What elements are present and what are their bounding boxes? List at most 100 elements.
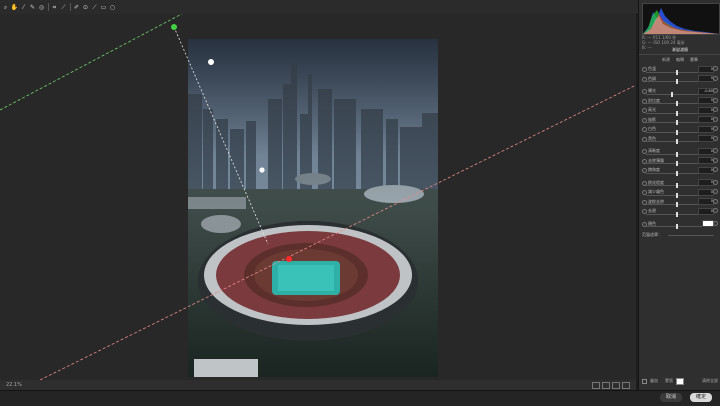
before-after-icon[interactable] xyxy=(592,381,600,389)
range-mask: 范圍遮罩： xyxy=(642,232,718,238)
slider-label: 色調 xyxy=(648,75,656,81)
reset-icon[interactable] xyxy=(713,198,718,204)
slider-row: 飽和度 0 xyxy=(642,166,718,176)
dialog-footer: 取消 確定 xyxy=(0,390,720,406)
eye-icon[interactable]: ⊙ xyxy=(82,3,89,12)
reset-icon[interactable] xyxy=(713,157,718,163)
eyedropper-icon[interactable]: ⁄ xyxy=(20,3,27,12)
slider-label: 飽和度 xyxy=(648,167,660,172)
reset-icon[interactable] xyxy=(713,126,718,131)
image-canvas[interactable] xyxy=(0,14,636,380)
slider-row: 白色 0 xyxy=(642,125,718,135)
magnifier-icon[interactable]: ⌕ xyxy=(2,3,9,12)
reset-icon[interactable] xyxy=(713,148,718,153)
mask-color-swatch[interactable] xyxy=(676,377,684,385)
reset-icon[interactable] xyxy=(713,189,718,194)
paintbrush-icon[interactable]: ⟋ xyxy=(91,3,98,12)
slider-row: 色溫 0 xyxy=(642,65,718,75)
slider-row: 黑色 0 xyxy=(642,135,718,144)
filter-end-handle xyxy=(286,256,292,262)
slider-label: 去除薄霧 xyxy=(648,157,664,163)
zoom-level[interactable]: 22.1% xyxy=(6,382,22,388)
slider-row: 減少雜色 0 xyxy=(642,188,718,198)
mode-edit[interactable]: 編輯 xyxy=(676,57,684,63)
slider-thumb[interactable] xyxy=(676,170,678,176)
canvas-status-bar: 22.1% xyxy=(0,380,636,390)
hand-icon[interactable]: ✋ xyxy=(11,3,18,12)
swap-icon[interactable] xyxy=(602,381,610,389)
mode-brush[interactable]: 畫筆 xyxy=(690,57,698,63)
slider-value[interactable]: 0 xyxy=(698,65,714,73)
mode-new[interactable]: 新建 xyxy=(662,57,670,63)
graduated-filter-overlay[interactable] xyxy=(0,14,636,380)
slider-label: 波紋去除 xyxy=(648,198,664,204)
toolbar-separator xyxy=(48,3,49,11)
slider-value[interactable]: 0 xyxy=(698,166,714,174)
toggle-view-icon[interactable] xyxy=(622,381,630,389)
sampler-icon[interactable]: ✎ xyxy=(29,3,36,12)
adjustments-panel: R: --- f/11 1/60 秒 G: --- ISO 100 24 毫米 … xyxy=(638,0,720,390)
range-mask-dropdown[interactable] xyxy=(668,235,714,236)
crop-icon[interactable]: ⌗ xyxy=(51,3,58,12)
reset-icon[interactable] xyxy=(713,116,718,122)
slider-thumb[interactable] xyxy=(676,139,678,144)
slider-label: 高光 xyxy=(648,107,656,112)
slider-row: 高光 0 xyxy=(642,106,718,116)
slider-value[interactable]: 0 xyxy=(698,147,714,155)
slider-label: 對比度 xyxy=(648,97,660,103)
overlay-checkbox[interactable] xyxy=(642,378,647,384)
brush-icon[interactable]: ✐ xyxy=(73,3,80,12)
slider-row: 去除薄霧 0 xyxy=(642,157,718,166)
ruler-icon[interactable]: ⟋ xyxy=(60,3,67,12)
slider-value[interactable]: 0 xyxy=(698,97,714,104)
reset-icon[interactable] xyxy=(713,208,718,213)
ok-button[interactable]: 確定 xyxy=(690,393,712,402)
panel-bottom-bar: 疊加 蒙版 清除全部 xyxy=(642,377,718,385)
slider-value[interactable]: 0 xyxy=(698,135,714,142)
reset-icon[interactable] xyxy=(713,75,718,81)
slider-label: 曝光 xyxy=(648,88,656,93)
slider-thumb[interactable] xyxy=(676,211,678,217)
slider-value[interactable]: 0 xyxy=(698,188,714,196)
slider-label: 顏色 xyxy=(648,220,656,226)
filter-midline-handle xyxy=(208,59,214,65)
clear-all-button[interactable]: 清除全部 xyxy=(702,378,718,384)
overlay-label: 疊加 xyxy=(650,378,658,383)
reset-icon[interactable] xyxy=(713,88,718,93)
reset-icon[interactable] xyxy=(713,220,718,226)
reset-icon[interactable] xyxy=(713,66,718,71)
slider-list: 色溫 0 色調 0 曝光 -0.60 對比度 0 高光 0 陰影 0 白色 0 黑色 0 清晰度 0 去除薄霧 0 飽和… xyxy=(642,65,718,229)
slider-value[interactable]: 0 xyxy=(698,198,714,205)
slider-value[interactable]: 0 xyxy=(698,106,714,114)
slider-row: 曝光 -0.60 xyxy=(642,87,718,97)
reset-icon[interactable] xyxy=(713,135,718,141)
slider-row: 色調 0 xyxy=(642,75,718,84)
circle-icon[interactable]: ○ xyxy=(109,3,116,12)
reset-icon[interactable] xyxy=(713,107,718,112)
target-icon[interactable]: ◎ xyxy=(38,3,45,12)
slider-value[interactable]: -0.60 xyxy=(698,87,714,95)
toolbar-separator xyxy=(70,3,71,11)
slider-label: 去邊 xyxy=(648,208,656,213)
slider-value[interactable]: 0 xyxy=(698,75,714,82)
slider-label: 銳化程度 xyxy=(648,179,664,185)
gradient-icon[interactable]: ▭ xyxy=(100,3,107,12)
slider-value[interactable]: 0 xyxy=(698,125,714,133)
cancel-button[interactable]: 取消 xyxy=(660,393,682,402)
toolbar: ⌕✋⁄✎◎⌗⟋✐⊙⟋▭○▣ xyxy=(0,0,720,15)
slider-row: 去邊 0 xyxy=(642,207,718,217)
slider-thumb[interactable] xyxy=(676,224,678,229)
slider-thumb[interactable] xyxy=(676,79,678,84)
slider-row: 陰影 0 xyxy=(642,116,718,125)
slider-row: 對比度 0 xyxy=(642,97,718,106)
copy-settings-icon[interactable] xyxy=(612,381,620,389)
slider-value[interactable]: 0 xyxy=(698,157,714,164)
reset-icon[interactable] xyxy=(713,179,718,185)
slider-value[interactable]: 0 xyxy=(698,179,714,186)
filter-start-handle xyxy=(171,24,177,30)
reset-icon[interactable] xyxy=(713,167,718,172)
slider-label: 白色 xyxy=(648,126,656,131)
slider-value[interactable]: 0 xyxy=(698,116,714,123)
reset-icon[interactable] xyxy=(713,97,718,103)
slider-value[interactable]: 0 xyxy=(698,207,714,215)
